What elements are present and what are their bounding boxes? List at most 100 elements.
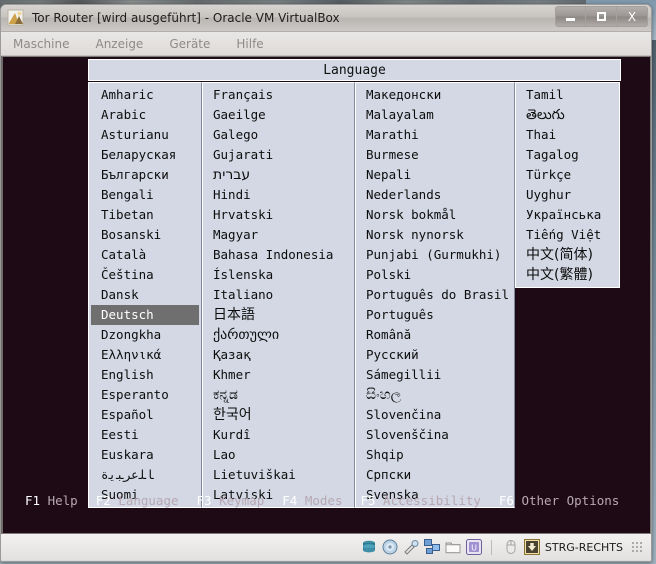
language-option[interactable]: Қазақ bbox=[203, 345, 354, 365]
hard-disk-icon[interactable] bbox=[361, 539, 377, 555]
language-option[interactable]: Norsk nynorsk bbox=[356, 225, 514, 245]
language-option[interactable]: Українська bbox=[516, 205, 619, 225]
language-option[interactable]: Shqip bbox=[356, 445, 514, 465]
menu-item-maschine[interactable]: Maschine bbox=[13, 37, 69, 51]
language-option[interactable]: Türkçe bbox=[516, 165, 619, 185]
language-option[interactable]: Português do Brasil bbox=[356, 285, 514, 305]
language-option[interactable]: Nederlands bbox=[356, 185, 514, 205]
language-option[interactable]: Беларуская bbox=[89, 145, 201, 165]
language-option[interactable]: Српски bbox=[356, 465, 514, 485]
video-capture-icon[interactable]: U bbox=[465, 539, 482, 555]
language-option[interactable]: Uyghur bbox=[516, 185, 619, 205]
language-option[interactable]: Amharic bbox=[89, 85, 201, 105]
function-key-description: Other Options bbox=[513, 492, 620, 508]
function-key-f6[interactable]: F6 Other Options bbox=[499, 493, 619, 508]
language-option[interactable]: Dansk bbox=[89, 285, 201, 305]
function-key-f4[interactable]: F4 Modes bbox=[282, 493, 342, 508]
function-key-f3[interactable]: F3 Keymap bbox=[197, 493, 265, 508]
language-option[interactable]: ಕನ್ನಡ bbox=[203, 385, 354, 405]
language-option[interactable]: Arabic bbox=[89, 105, 201, 125]
language-option[interactable]: Русский bbox=[356, 345, 514, 365]
language-option[interactable]: English bbox=[89, 365, 201, 385]
optical-disk-icon[interactable] bbox=[382, 539, 398, 555]
language-option[interactable]: Македонски bbox=[356, 85, 514, 105]
language-option[interactable]: Magyar bbox=[203, 225, 354, 245]
maximize-icon bbox=[596, 12, 606, 21]
maximize-button[interactable] bbox=[586, 6, 617, 27]
language-option[interactable]: Polski bbox=[356, 265, 514, 285]
language-option[interactable]: Nepali bbox=[356, 165, 514, 185]
usb-icon[interactable] bbox=[403, 539, 419, 555]
language-option[interactable]: Galego bbox=[203, 125, 354, 145]
language-option[interactable]: 한국어 bbox=[203, 405, 354, 425]
language-option[interactable]: Slovenščina bbox=[356, 425, 514, 445]
language-option[interactable]: Sámegillii bbox=[356, 365, 514, 385]
close-button[interactable]: X bbox=[617, 6, 648, 27]
language-column-2: Français Gaeilge Galego Gujarati עברית Hindi H… bbox=[202, 82, 355, 508]
menu-item-anzeige[interactable]: Anzeige bbox=[95, 37, 143, 51]
network-icon[interactable] bbox=[423, 539, 440, 555]
language-option[interactable]: Marathi bbox=[356, 125, 514, 145]
language-option-selected[interactable]: Deutsch bbox=[91, 305, 199, 325]
language-option[interactable]: Tagalog bbox=[516, 145, 619, 165]
language-option[interactable]: Punjabi (Gurmukhi) bbox=[356, 245, 514, 265]
host-key-icon[interactable] bbox=[523, 539, 540, 555]
menu-item-geraete[interactable]: Geräte bbox=[169, 37, 210, 51]
language-option[interactable]: Dzongkha bbox=[89, 325, 201, 345]
function-key-description: Keymap bbox=[211, 492, 265, 508]
language-option[interactable]: Lietuviškai bbox=[203, 465, 354, 485]
language-option[interactable]: Bahasa Indonesia bbox=[203, 245, 354, 265]
vm-console-screen[interactable]: Language Amharic Arabic Asturianu Беларуска… bbox=[1, 56, 651, 534]
language-option[interactable]: Eesti bbox=[89, 425, 201, 445]
language-option[interactable]: Tibetan bbox=[89, 205, 201, 225]
language-option[interactable]: Kurdî bbox=[203, 425, 354, 445]
language-option[interactable]: Bengali bbox=[89, 185, 201, 205]
language-option[interactable]: Français bbox=[203, 85, 354, 105]
language-option[interactable]: Română bbox=[356, 325, 514, 345]
title-bar[interactable]: Tor Router [wird ausgeführt] - Oracle VM… bbox=[1, 5, 651, 32]
window-controls: X bbox=[555, 6, 648, 27]
language-option[interactable]: עברית bbox=[203, 165, 354, 185]
language-option[interactable]: 中文(繁體) bbox=[516, 265, 619, 285]
language-option[interactable]: සිංහල bbox=[356, 385, 514, 405]
language-option[interactable]: 中文(简体) bbox=[516, 245, 619, 265]
language-option[interactable]: ﺎﻠﻋﺮﺒﻳﺓ bbox=[89, 465, 201, 485]
language-option[interactable]: Asturianu bbox=[89, 125, 201, 145]
shared-folders-icon[interactable] bbox=[445, 539, 461, 555]
language-option[interactable]: Català bbox=[89, 245, 201, 265]
language-option[interactable]: Italiano bbox=[203, 285, 354, 305]
language-option[interactable]: Português bbox=[356, 305, 514, 325]
language-option[interactable]: Ελληνικά bbox=[89, 345, 201, 365]
language-option[interactable]: Čeština bbox=[89, 265, 201, 285]
language-option[interactable]: Slovenčina bbox=[356, 405, 514, 425]
language-option[interactable]: Lao bbox=[203, 445, 354, 465]
language-option[interactable]: ქართული bbox=[203, 325, 354, 345]
language-option[interactable]: Norsk bokmål bbox=[356, 205, 514, 225]
language-option[interactable]: Gaeilge bbox=[203, 105, 354, 125]
language-option[interactable]: Hindi bbox=[203, 185, 354, 205]
language-option[interactable]: Khmer bbox=[203, 365, 354, 385]
language-option[interactable]: Tiếng Việt bbox=[516, 225, 619, 245]
language-option[interactable]: Español bbox=[89, 405, 201, 425]
language-option[interactable]: Esperanto bbox=[89, 385, 201, 405]
menu-bar: Maschine Anzeige Geräte Hilfe bbox=[1, 32, 651, 56]
function-key-f5[interactable]: F5 Accessibility bbox=[360, 493, 480, 508]
language-option[interactable]: Hrvatski bbox=[203, 205, 354, 225]
language-option[interactable]: Gujarati bbox=[203, 145, 354, 165]
function-key-f1[interactable]: F1 Help bbox=[25, 493, 78, 508]
function-key-f2[interactable]: F2 Language bbox=[96, 493, 179, 508]
language-option[interactable]: 日本語 bbox=[203, 305, 354, 325]
language-option[interactable]: Thai bbox=[516, 125, 619, 145]
language-option[interactable]: Български bbox=[89, 165, 201, 185]
language-option[interactable]: Malayalam bbox=[356, 105, 514, 125]
menu-item-hilfe[interactable]: Hilfe bbox=[236, 37, 263, 51]
language-option[interactable]: తెలుగు bbox=[516, 105, 619, 125]
resize-grip[interactable] bbox=[631, 541, 643, 553]
language-option[interactable]: Burmese bbox=[356, 145, 514, 165]
language-option[interactable]: Bosanski bbox=[89, 225, 201, 245]
language-option[interactable]: Tamil bbox=[516, 85, 619, 105]
mouse-pointer-icon[interactable] bbox=[503, 539, 519, 555]
language-option[interactable]: Euskara bbox=[89, 445, 201, 465]
minimize-button[interactable] bbox=[555, 6, 586, 27]
language-option[interactable]: Íslenska bbox=[203, 265, 354, 285]
